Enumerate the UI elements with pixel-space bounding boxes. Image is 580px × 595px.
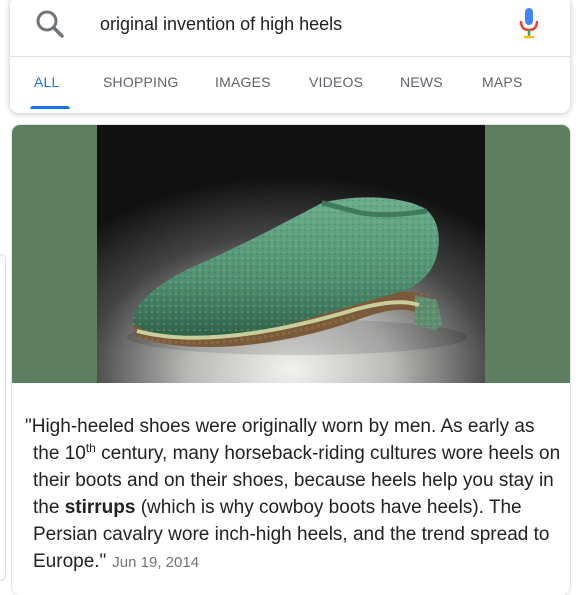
tab-videos[interactable]: VIDEOS <box>309 74 363 90</box>
snippet-image-band <box>12 125 570 383</box>
search-icon[interactable] <box>34 8 66 40</box>
shoe-image[interactable] <box>97 125 485 383</box>
tab-images[interactable]: IMAGES <box>215 74 271 90</box>
snippet-bold-term: stirrups <box>64 497 136 518</box>
tab-shopping[interactable]: SHOPPING <box>103 74 179 90</box>
featured-snippet-card: "High-heeled shoes were originally worn … <box>12 125 570 595</box>
active-tab-indicator <box>30 106 70 109</box>
search-input[interactable] <box>100 12 500 36</box>
tab-all[interactable]: ALL <box>34 74 60 90</box>
search-bar <box>10 0 570 57</box>
tab-news[interactable]: NEWS <box>400 74 443 90</box>
side-card-edge <box>0 254 6 581</box>
snippet-date: Jun 19, 2014 <box>112 554 200 571</box>
search-tabs: ALL SHOPPING IMAGES VIDEOS NEWS MAPS <box>10 56 570 113</box>
snippet-text: "High-heeled shoes were originally worn … <box>25 413 563 576</box>
snippet-superscript: th <box>85 441 96 455</box>
tab-maps[interactable]: MAPS <box>482 74 522 90</box>
mic-icon[interactable] <box>516 6 542 40</box>
search-header-card: ALL SHOPPING IMAGES VIDEOS NEWS MAPS <box>10 0 570 113</box>
